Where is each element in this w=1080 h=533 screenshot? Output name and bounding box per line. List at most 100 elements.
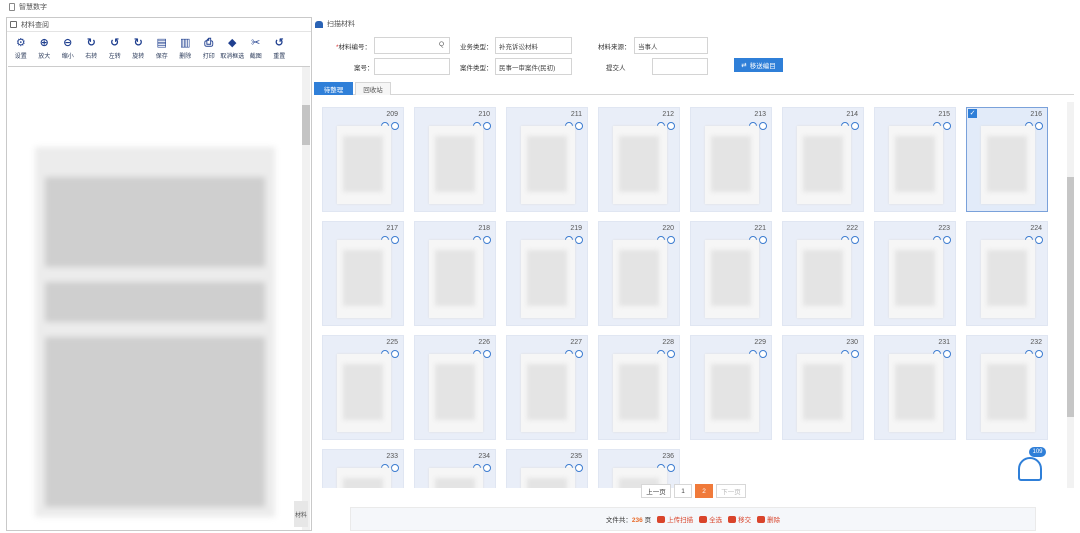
notification-bell[interactable]: 109 <box>1014 447 1046 487</box>
page-number: 228 <box>662 339 674 346</box>
toolbar-button-delete[interactable]: ▥ 删除 <box>174 38 198 68</box>
prev-page-button[interactable]: 上一页 <box>641 484 671 498</box>
toolbar-button-rotate[interactable]: ↻ 旋转 <box>127 38 151 68</box>
side-tab[interactable]: 材料 <box>294 501 308 527</box>
edit-icon[interactable] <box>759 122 767 130</box>
submitter-input[interactable] <box>652 58 708 75</box>
page-thumbnail-card[interactable]: 234 <box>414 449 496 488</box>
page-thumbnail-card[interactable]: 221 <box>690 221 772 326</box>
page-thumbnail-card[interactable]: 214 <box>782 107 864 212</box>
filter-form: *材料编号： Q 案号： 业务类型： 补充诉讼材料 案件类型： 民事一审案件(民… <box>314 37 1080 77</box>
toolbar-button-print[interactable]: ⎙ 打印 <box>197 38 221 68</box>
business-type-input[interactable]: 补充诉讼材料 <box>495 37 572 54</box>
toolbar-button-crop[interactable]: ✂ 截图 <box>244 38 268 68</box>
page-thumbnail-card[interactable]: 213 <box>690 107 772 212</box>
toolbar-button-rotate-left[interactable]: ↺ 左转 <box>103 38 127 68</box>
edit-icon[interactable] <box>851 236 859 244</box>
edit-icon[interactable] <box>851 350 859 358</box>
edit-icon[interactable] <box>667 236 675 244</box>
transfer-catalog-button[interactable]: ⇄ 移送编目 <box>734 58 783 72</box>
toolbar-button-save[interactable]: ▤ 保存 <box>150 38 174 68</box>
viewer-panel-header: 材料查阅 <box>7 18 311 32</box>
case-type-select[interactable]: 民事一审案件(民初) <box>495 58 572 75</box>
toolbar-button-eraser[interactable]: ◆ 取消框选 <box>220 38 244 68</box>
toolbar-button-rotate-right[interactable]: ↻ 右转 <box>80 38 104 68</box>
page-number: 209 <box>386 111 398 118</box>
page-thumbnail-card[interactable]: 220 <box>598 221 680 326</box>
page-thumbnail-card[interactable]: 236 <box>598 449 680 488</box>
edit-icon[interactable] <box>1035 122 1043 130</box>
edit-icon[interactable] <box>851 122 859 130</box>
zoom-in-icon: ⊕ <box>39 37 49 49</box>
case-no-input[interactable] <box>374 58 450 75</box>
edit-icon[interactable] <box>575 122 583 130</box>
page-thumbnail-card[interactable]: 235 <box>506 449 588 488</box>
page-thumbnail-card[interactable]: 233 <box>322 449 404 488</box>
page-thumbnail-card[interactable]: 223 <box>874 221 956 326</box>
page-thumbnail-card[interactable]: 226 <box>414 335 496 440</box>
page-thumbnail-card[interactable]: 209 <box>322 107 404 212</box>
page-thumbnail-image <box>429 354 483 432</box>
page-2-button[interactable]: 2 <box>695 484 713 498</box>
page-1-button[interactable]: 1 <box>674 484 692 498</box>
edit-icon[interactable] <box>943 236 951 244</box>
grid-scrollbar[interactable] <box>1067 102 1074 488</box>
edit-icon[interactable] <box>575 236 583 244</box>
edit-icon[interactable] <box>575 464 583 472</box>
page-thumbnail-card[interactable]: 225 <box>322 335 404 440</box>
page-thumbnail-card[interactable]: 217 <box>322 221 404 326</box>
edit-icon[interactable] <box>483 236 491 244</box>
page-thumbnail-card[interactable]: 224 <box>966 221 1048 326</box>
toolbar-button-zoom-out[interactable]: ⊖ 缩小 <box>56 38 80 68</box>
edit-icon[interactable] <box>667 122 675 130</box>
page-number: 233 <box>386 453 398 460</box>
edit-icon[interactable] <box>391 350 399 358</box>
edit-icon[interactable] <box>759 350 767 358</box>
next-page-button[interactable]: 下一页 <box>716 484 746 498</box>
delete-icon: ▥ <box>180 37 191 49</box>
edit-icon[interactable] <box>483 122 491 130</box>
toolbar-button-gear[interactable]: ⚙ 设置 <box>9 38 33 68</box>
edit-icon[interactable] <box>1035 350 1043 358</box>
page-thumbnail-card[interactable]: 232 <box>966 335 1048 440</box>
page-thumbnail-card[interactable]: 222 <box>782 221 864 326</box>
edit-icon[interactable] <box>667 464 675 472</box>
edit-icon[interactable] <box>391 122 399 130</box>
tab-pending[interactable]: 待整理 <box>314 82 353 95</box>
delete-action[interactable]: 删除 <box>757 514 780 524</box>
page-thumbnail-card[interactable]: 216 ✓ <box>966 107 1048 212</box>
page-thumbnail-card[interactable]: 219 <box>506 221 588 326</box>
toolbar-button-reset[interactable]: ↺ 重置 <box>268 38 292 68</box>
edit-icon[interactable] <box>575 350 583 358</box>
edit-icon[interactable] <box>483 464 491 472</box>
edit-icon[interactable] <box>759 236 767 244</box>
edit-icon[interactable] <box>943 122 951 130</box>
tab-recycle-bin[interactable]: 回收站 <box>355 82 391 95</box>
upload-scan-action[interactable]: 上传扫描 <box>657 514 693 524</box>
page-number: 216 <box>1030 111 1042 118</box>
edit-icon[interactable] <box>391 464 399 472</box>
edit-icon[interactable] <box>483 350 491 358</box>
toolbar-button-zoom-in[interactable]: ⊕ 放大 <box>33 38 57 68</box>
page-thumbnail-card[interactable]: 218 <box>414 221 496 326</box>
page-thumbnail-card[interactable]: 227 <box>506 335 588 440</box>
search-icon[interactable]: Q <box>439 41 444 48</box>
transfer-action[interactable]: 移交 <box>728 514 751 524</box>
edit-icon[interactable] <box>943 350 951 358</box>
edit-icon[interactable] <box>391 236 399 244</box>
select-all-action[interactable]: 全选 <box>699 514 722 524</box>
page-thumbnail-card[interactable]: 212 <box>598 107 680 212</box>
business-type-label: 业务类型： <box>460 44 493 51</box>
edit-icon[interactable] <box>667 350 675 358</box>
edit-icon[interactable] <box>1035 236 1043 244</box>
selected-check-icon[interactable]: ✓ <box>968 109 977 118</box>
page-thumbnail-card[interactable]: 231 <box>874 335 956 440</box>
viewer-scrollbar[interactable] <box>302 67 310 530</box>
page-thumbnail-card[interactable]: 229 <box>690 335 772 440</box>
page-thumbnail-card[interactable]: 210 <box>414 107 496 212</box>
page-thumbnail-card[interactable]: 228 <box>598 335 680 440</box>
page-thumbnail-card[interactable]: 211 <box>506 107 588 212</box>
material-source-input[interactable]: 当事人 <box>634 37 708 54</box>
page-thumbnail-card[interactable]: 230 <box>782 335 864 440</box>
page-thumbnail-card[interactable]: 215 <box>874 107 956 212</box>
